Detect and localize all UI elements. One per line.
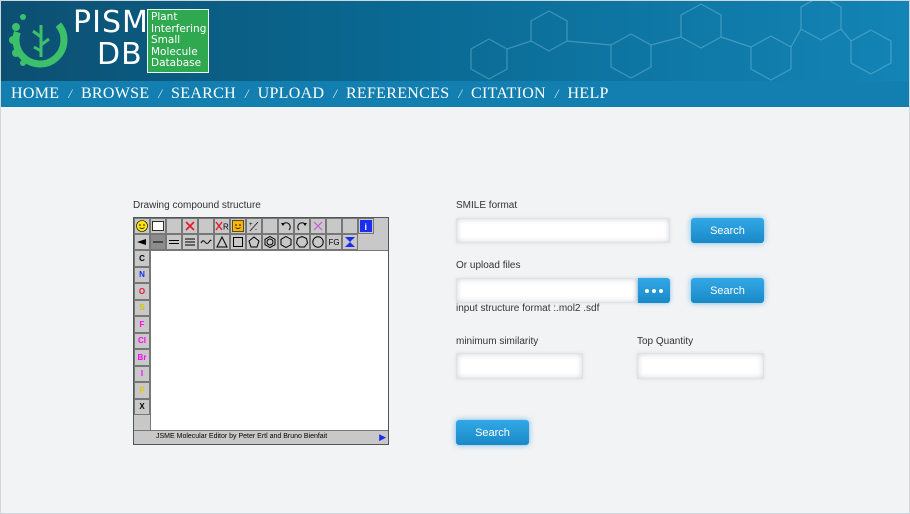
logo-tagline-box: Plant Interfering Small Molecule Databas… [147, 9, 209, 73]
tagline-line: Small [151, 34, 181, 46]
delete-rgroup-icon[interactable]: R [214, 218, 230, 234]
tagline-line: Database [151, 57, 202, 69]
double-bond-icon[interactable] [166, 234, 182, 250]
benzene-icon[interactable] [262, 234, 278, 250]
tagline-line: Plant [151, 11, 178, 23]
drawing-canvas[interactable] [150, 250, 388, 430]
blank-tool[interactable] [326, 218, 342, 234]
quantity-input[interactable] [637, 353, 764, 379]
atom-button[interactable]: I [134, 365, 150, 382]
wedge-bond-icon[interactable] [134, 234, 150, 250]
main-nav: HOME / BROWSE / SEARCH / UPLOAD / REFERENCES… [1, 81, 909, 107]
atom-button[interactable]: P [134, 382, 150, 399]
browse-file-button[interactable] [638, 278, 670, 303]
ring5-icon[interactable] [246, 234, 262, 250]
atom-button[interactable]: F [134, 316, 150, 333]
logo-line-2: DB [97, 37, 143, 72]
upload-search-button[interactable]: Search [691, 278, 764, 303]
svg-text:i: i [365, 222, 368, 232]
dot-icon [645, 288, 649, 293]
delete-icon[interactable] [182, 218, 198, 234]
editor-footer: JSME Molecular Editor by Peter Ertl and … [134, 430, 388, 444]
smile-input[interactable] [456, 218, 670, 243]
undo-icon[interactable] [278, 218, 294, 234]
chain-icon[interactable] [198, 234, 214, 250]
smiley-icon[interactable] [134, 218, 150, 234]
similarity-label: minimum similarity [456, 336, 539, 347]
redo-icon[interactable] [294, 218, 310, 234]
functional-group-button[interactable]: FG [326, 234, 342, 250]
ring3-icon[interactable] [214, 234, 230, 250]
editor-title: Drawing compound structure [133, 200, 261, 211]
charge-icon[interactable]: + - [246, 218, 262, 234]
page-frame: PISM DB Plant Interfering Small Molecule… [0, 0, 910, 514]
upload-format-note: input structure format :.mol2 .sdf [456, 303, 600, 314]
blank-tool[interactable] [198, 218, 214, 234]
atom-button[interactable]: Cl [134, 332, 150, 349]
atom-button[interactable]: O [134, 283, 150, 300]
molecule-hexagon-decoration [470, 1, 892, 81]
nav-citation[interactable]: CITATION [471, 85, 546, 103]
nav-references[interactable]: REFERENCES [346, 85, 449, 103]
info-icon[interactable]: i [358, 218, 374, 234]
nav-help[interactable]: HELP [568, 85, 609, 103]
svg-text:+: + [249, 222, 253, 228]
blank-tool[interactable] [262, 218, 278, 234]
atom-palette: C N O S F Cl Br I P X [134, 250, 150, 415]
smile-label: SMILE format [456, 200, 518, 211]
dot-icon [652, 288, 656, 293]
play-arrow-icon[interactable]: ▶ [379, 432, 386, 443]
ring6-icon[interactable] [278, 234, 294, 250]
logo-line-1: PISM [73, 5, 149, 40]
nav-upload[interactable]: UPLOAD [258, 85, 325, 103]
svg-text:-: - [255, 227, 257, 232]
nav-separator: / [68, 86, 72, 101]
editor-credit: JSME Molecular Editor by Peter Ertl and … [156, 433, 328, 440]
ring4-icon[interactable] [230, 234, 246, 250]
blank-tool[interactable] [342, 218, 358, 234]
main-search-button[interactable]: Search [456, 420, 529, 445]
atom-button[interactable]: S [134, 299, 150, 316]
nav-home[interactable]: HOME [11, 85, 59, 103]
nav-separator: / [554, 86, 559, 101]
single-bond-icon[interactable] [150, 234, 166, 250]
upload-file-field[interactable] [456, 278, 638, 303]
similarity-input[interactable] [456, 353, 583, 379]
plant-logo-icon [9, 12, 68, 68]
nav-separator: / [158, 86, 163, 101]
logo-wordmark: PISM DB [73, 5, 148, 75]
nav-browse[interactable]: BROWSE [81, 85, 149, 103]
nav-separator: / [333, 86, 337, 101]
blank-tool[interactable] [166, 218, 182, 234]
query-smiley-icon[interactable] [230, 218, 246, 234]
atom-button[interactable]: N [134, 266, 150, 283]
atom-button[interactable]: X [134, 398, 150, 415]
upload-label: Or upload files [456, 260, 521, 271]
atom-button[interactable]: Br [134, 349, 150, 366]
quantity-label: Top Quantity [637, 336, 694, 347]
nav-separator: / [458, 86, 463, 101]
ring7-icon[interactable] [294, 234, 310, 250]
clear-icon[interactable] [310, 218, 326, 234]
dot-icon [659, 288, 663, 293]
svg-text:R: R [223, 223, 229, 232]
nav-search[interactable]: SEARCH [171, 85, 236, 103]
editor-toolbar-bonds: FG [134, 234, 358, 250]
nav-separator: / [244, 86, 249, 101]
jsme-molecular-editor[interactable]: R + - i FG C N O S F Cl Br I P X JSME Mo… [133, 217, 389, 445]
editor-toolbar-top: R + - i [134, 218, 374, 234]
ring8-icon[interactable] [310, 234, 326, 250]
smile-search-button[interactable]: Search [691, 218, 764, 243]
atom-button[interactable]: C [134, 250, 150, 267]
triple-bond-icon[interactable] [182, 234, 198, 250]
site-header: PISM DB Plant Interfering Small Molecule… [1, 1, 909, 81]
flip-icon[interactable] [342, 234, 358, 250]
new-document-icon[interactable] [150, 218, 166, 234]
